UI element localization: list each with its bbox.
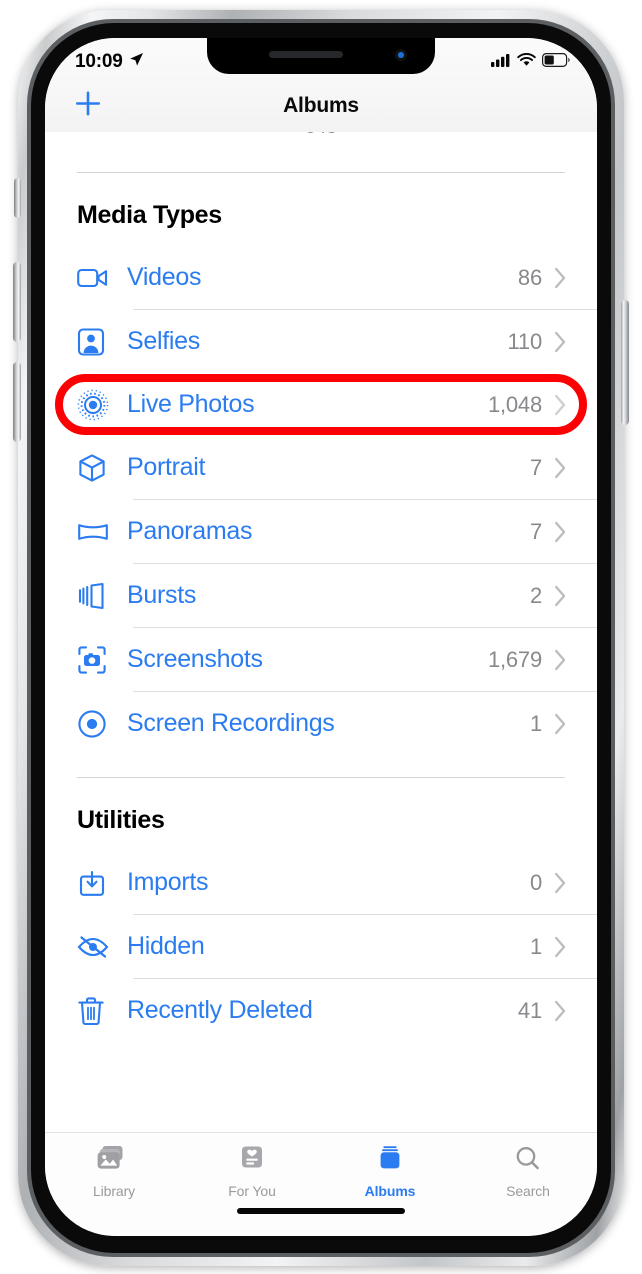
home-indicator[interactable] <box>237 1208 405 1214</box>
chevron-right-icon <box>554 936 567 958</box>
tab-label: Search <box>506 1183 550 1199</box>
row-label: Imports <box>127 868 209 896</box>
chevron-right-icon <box>554 872 567 894</box>
burst-stack-icon <box>77 581 117 611</box>
tab-library[interactable]: Library <box>45 1145 183 1199</box>
tab-albums[interactable]: Albums <box>321 1145 459 1199</box>
screenshot-root: 10:09 Albums Media Types Videos 86 Selfi… <box>0 0 642 1274</box>
row-label: Recently Deleted <box>127 996 313 1024</box>
person-portrait-icon <box>77 327 117 357</box>
video-camera-icon <box>77 266 117 290</box>
row-label: Screenshots <box>127 645 263 673</box>
row-count: 1,048 <box>487 391 542 417</box>
row-screenshots[interactable]: Screenshots 1,679 <box>45 628 597 691</box>
chevron-right-icon <box>554 394 567 416</box>
tab-search[interactable]: Search <box>459 1145 597 1199</box>
trash-icon <box>77 996 117 1026</box>
row-videos[interactable]: Videos 86 <box>45 246 597 309</box>
page-title: Albums <box>283 94 359 117</box>
cellular-signal-icon <box>491 53 511 72</box>
tab-label: Albums <box>364 1183 416 1199</box>
row-count: 7 <box>529 518 542 544</box>
battery-icon <box>542 52 571 72</box>
section-header-media-types: Media Types <box>77 201 222 229</box>
row-count: 7 <box>529 454 542 480</box>
chevron-right-icon <box>554 585 567 607</box>
panorama-icon <box>77 520 117 544</box>
location-arrow-icon <box>128 51 145 73</box>
status-time: 10:09 <box>75 51 123 72</box>
status-bar-right <box>491 52 571 72</box>
tab-label: Library <box>92 1183 136 1199</box>
row-count: 0 <box>529 869 542 895</box>
row-live-photos[interactable]: Live Photos 1,048 <box>45 373 597 436</box>
notch <box>207 38 435 74</box>
eye-slash-icon <box>77 934 117 960</box>
chevron-right-icon <box>554 649 567 671</box>
tab-label: For You <box>228 1183 276 1199</box>
front-camera-icon <box>395 49 407 61</box>
row-bursts[interactable]: Bursts 2 <box>45 564 597 627</box>
row-hidden[interactable]: Hidden 1 <box>45 915 597 978</box>
row-label: Hidden <box>127 932 205 960</box>
cube-icon <box>77 453 117 483</box>
row-count: 110 <box>507 328 543 354</box>
phone-screen: 10:09 Albums Media Types Videos 86 Selfi… <box>45 38 597 1236</box>
row-selfies[interactable]: Selfies 110 <box>45 310 597 373</box>
row-screen-recordings[interactable]: Screen Recordings 1 <box>45 692 597 755</box>
mute-switch-button[interactable] <box>14 178 21 218</box>
row-label: Screen Recordings <box>127 709 335 737</box>
row-imports[interactable]: Imports 0 <box>45 851 597 914</box>
row-count: 41 <box>517 997 542 1023</box>
row-label: Portrait <box>127 453 206 481</box>
row-count: 2 <box>529 582 542 608</box>
albums-list[interactable]: 648 Media Types Videos 86 <box>45 132 597 1132</box>
partial-scrolled-row[interactable]: 648 <box>45 132 597 172</box>
row-count: 1,679 <box>487 646 542 672</box>
chevron-right-icon <box>554 457 567 479</box>
heart-card-icon <box>235 1145 269 1178</box>
row-label: Live Photos <box>127 390 255 418</box>
row-count: 1 <box>529 710 542 736</box>
row-label: Videos <box>127 263 202 291</box>
row-count: 86 <box>517 264 542 290</box>
earpiece-speaker-icon <box>269 51 343 58</box>
record-dot-icon <box>77 709 117 739</box>
chevron-right-icon <box>554 521 567 543</box>
chevron-right-icon <box>554 1000 567 1022</box>
wifi-icon <box>517 52 536 72</box>
row-portrait[interactable]: Portrait 7 <box>45 436 597 499</box>
row-label: Panoramas <box>127 517 253 545</box>
row-panoramas[interactable]: Panoramas 7 <box>45 500 597 563</box>
chevron-right-icon <box>554 267 567 289</box>
navigation-bar: Albums <box>45 80 597 132</box>
screenshot-camera-icon <box>77 645 117 675</box>
chevron-right-icon <box>554 713 567 735</box>
row-count: 1 <box>529 933 542 959</box>
row-label: Bursts <box>127 581 197 609</box>
power-side-button[interactable] <box>621 300 629 425</box>
volume-up-button[interactable] <box>13 262 21 342</box>
tab-for-you[interactable]: For You <box>183 1145 321 1199</box>
albums-icon <box>373 1145 407 1178</box>
section-header-utilities: Utilities <box>77 806 165 834</box>
status-bar-left: 10:09 <box>75 51 145 73</box>
photo-stack-icon <box>97 1145 131 1178</box>
volume-down-button[interactable] <box>13 362 21 442</box>
import-download-icon <box>77 868 117 898</box>
add-album-button[interactable] <box>73 89 103 124</box>
search-icon <box>511 1145 545 1178</box>
row-label: Selfies <box>127 327 200 355</box>
chevron-right-icon <box>554 331 567 353</box>
row-recently-deleted[interactable]: Recently Deleted 41 <box>45 979 597 1042</box>
partial-row-count: 648 <box>305 132 337 139</box>
live-photo-icon <box>77 389 117 421</box>
tab-bar: Library For You Albums Search <box>45 1132 597 1236</box>
